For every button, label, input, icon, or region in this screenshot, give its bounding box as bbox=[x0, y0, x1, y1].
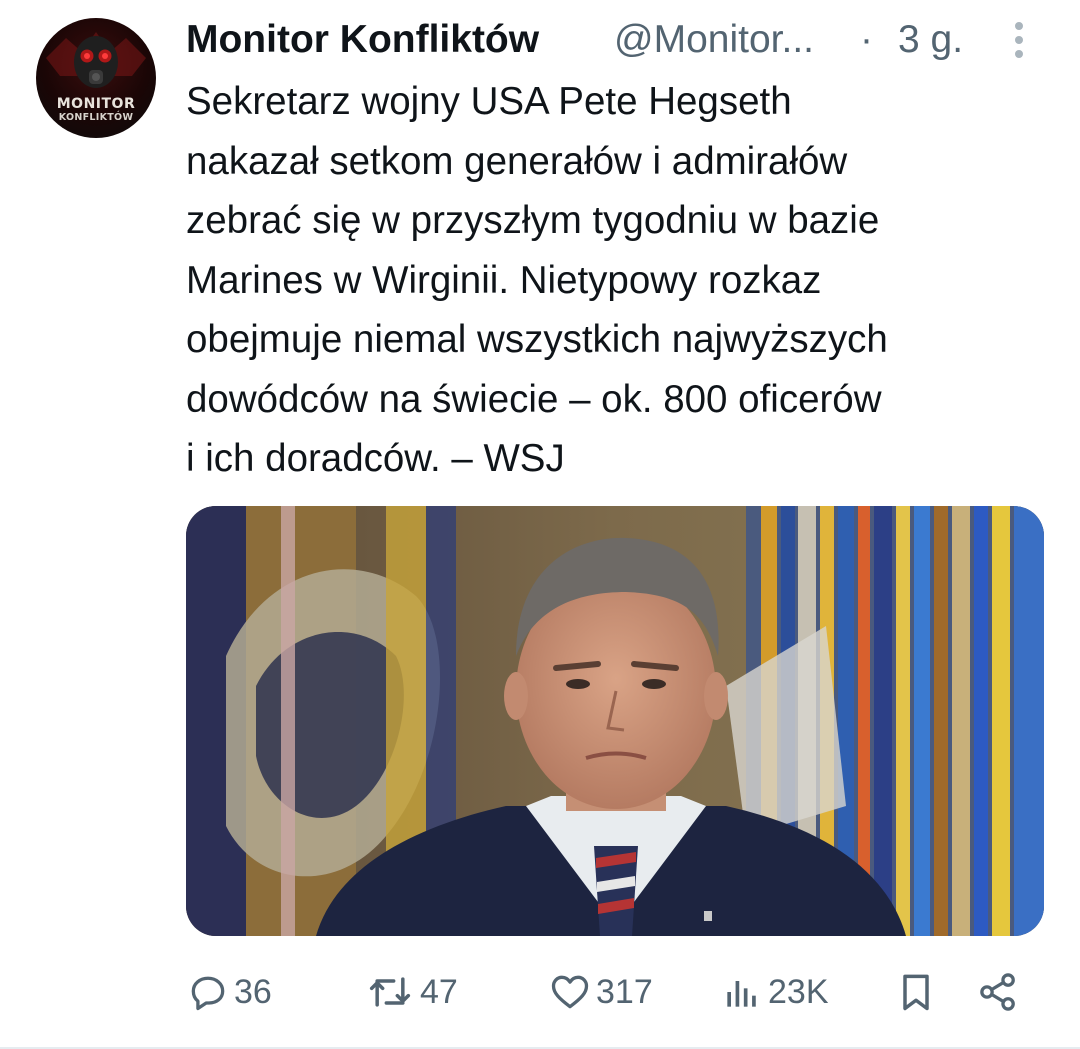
repost-button[interactable]: 47 bbox=[364, 964, 458, 1020]
share-icon bbox=[980, 973, 1015, 1011]
avatar-logo-subtext: KONFLIKTÓW bbox=[58, 112, 134, 123]
photo-man-in-suit bbox=[186, 506, 1044, 936]
tweet-header: Monitor Konfliktów @Monitor... · 3 g. bbox=[186, 14, 1046, 66]
share-button[interactable] bbox=[976, 964, 1020, 1020]
avatar-logo-text: MONITOR bbox=[56, 96, 136, 112]
more-vertical-icon[interactable] bbox=[1008, 22, 1030, 66]
like-button[interactable]: 317 bbox=[548, 964, 653, 1020]
tweet[interactable]: MONITOR KONFLIKTÓW Monitor Konfliktów @M… bbox=[0, 0, 1080, 1049]
tweet-image[interactable] bbox=[186, 506, 1044, 936]
repost-icon bbox=[369, 977, 411, 1007]
reply-button[interactable]: 36 bbox=[186, 964, 272, 1020]
bookmark-icon bbox=[903, 974, 929, 1011]
separator-dot: · bbox=[860, 18, 873, 61]
heart-icon bbox=[551, 975, 589, 1009]
bookmark-button[interactable] bbox=[894, 964, 938, 1020]
reply-count: 36 bbox=[234, 972, 272, 1011]
views-button[interactable]: 23K bbox=[720, 964, 829, 1020]
display-name[interactable]: Monitor Konfliktów bbox=[186, 14, 539, 66]
repost-count: 47 bbox=[420, 972, 458, 1011]
reply-icon bbox=[191, 976, 225, 1011]
user-handle[interactable]: @Monitor... bbox=[614, 14, 814, 66]
views-chart-icon bbox=[727, 981, 756, 1007]
like-count: 317 bbox=[596, 972, 653, 1011]
tweet-actions: 36 47 317 23K bbox=[186, 964, 1046, 1020]
tweet-text: Sekretarz wojny USA Pete Hegseth nakazał… bbox=[186, 80, 888, 480]
timestamp[interactable]: 3 g. bbox=[898, 14, 963, 66]
avatar[interactable]: MONITOR KONFLIKTÓW bbox=[36, 18, 156, 138]
views-count: 23K bbox=[768, 972, 829, 1011]
